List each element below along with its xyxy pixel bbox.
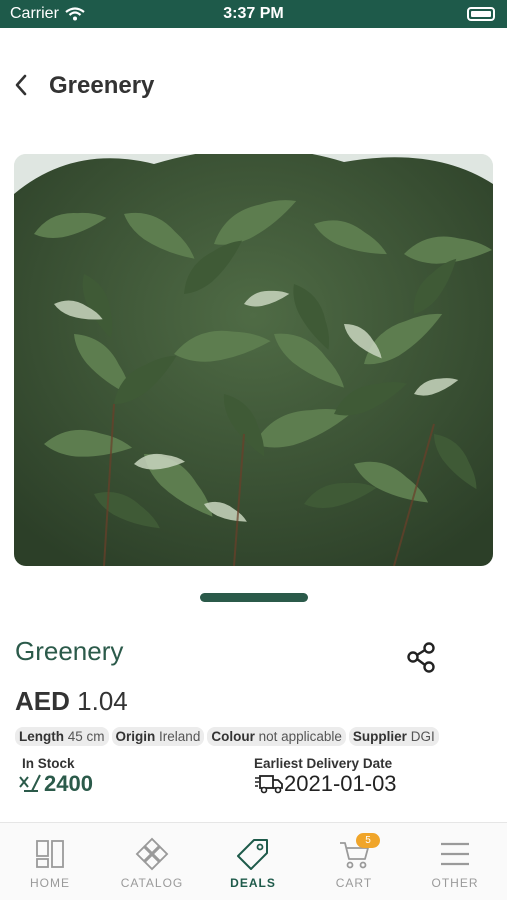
bottom-tab-bar: HOME CATALOG DEALS 5 CART OTHER [0,822,507,900]
attribute-key: Origin [115,729,156,744]
attribute-key: Supplier [352,729,407,744]
stock-quantity: 2400 [18,771,93,797]
stock-shovel-icon [19,774,41,792]
greenery-foliage-illustration [14,154,493,566]
chevron-left-icon [15,74,27,96]
attribute-value: not applicable [258,729,342,744]
attribute-chip-origin: Origin Ireland [111,727,205,746]
product-attributes: Length 45 cm Origin Ireland Colour not a… [15,727,439,746]
menu-icon [441,842,469,866]
stock-label: In Stock [22,756,75,771]
price-amount: 1.04 [77,686,128,716]
nav-header: Greenery [0,60,507,110]
delivery-date-text: 2021-01-03 [284,771,397,796]
page-title: Greenery [49,72,155,99]
attribute-value: DGI [410,729,435,744]
share-icon [407,642,435,673]
tab-cart[interactable]: 5 CART [309,833,399,890]
attribute-chip-length: Length 45 cm [15,727,109,746]
tab-label: CATALOG [120,876,184,890]
tab-deals[interactable]: DEALS [208,837,298,890]
image-carousel-indicator[interactable] [200,593,308,602]
attribute-value: Ireland [159,729,201,744]
delivery-truck-icon [255,775,283,794]
product-name: Greenery [15,636,124,666]
tab-label: OTHER [431,876,479,890]
tab-label: DEALS [230,876,276,890]
tab-label: HOME [30,876,70,890]
battery-icon [467,7,495,21]
delivery-label: Earliest Delivery Date [254,756,393,771]
tab-home[interactable]: HOME [5,837,95,890]
attribute-value: 45 cm [67,729,105,744]
tab-other[interactable]: OTHER [410,837,500,890]
tab-catalog[interactable]: CATALOG [107,837,197,890]
tab-label: CART [335,876,373,890]
home-grid-icon [36,840,64,868]
price-currency: AED [15,686,70,716]
clock: 3:37 PM [223,5,284,22]
back-button[interactable] [6,70,36,100]
delivery-date: 2021-01-03 [254,771,397,797]
cart-count-badge: 5 [356,833,380,848]
status-bar: Carrier 3:37 PM [0,0,507,28]
attribute-key: Colour [211,729,255,744]
attribute-key: Length [19,729,64,744]
product-price: AED 1.04 [15,686,128,717]
deals-tag-icon [237,839,268,870]
share-button[interactable] [405,640,439,674]
product-image[interactable] [14,154,493,566]
attribute-chip-supplier: Supplier DGI [348,727,439,746]
stock-value-text: 2400 [44,771,93,796]
catalog-flower-icon [135,837,169,871]
attribute-chip-colour: Colour not applicable [207,727,346,746]
